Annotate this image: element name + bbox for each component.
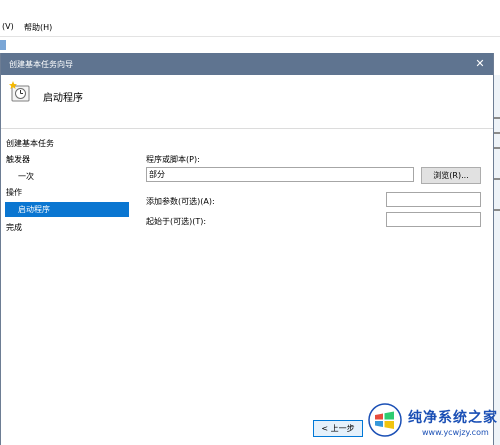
background-mark (494, 178, 500, 180)
menu-help[interactable]: 帮助(H) (24, 22, 52, 33)
background-toolbar (0, 36, 500, 54)
create-basic-task-wizard: 创建基本任务向导 ✕ 启动程序 创建基本任务 触发器 一次 操作 启动程序 完成… (0, 53, 494, 445)
start-in-label: 起始于(可选)(T): (146, 217, 207, 226)
wizard-steps-nav: 创建基本任务 触发器 一次 操作 启动程序 完成 (1, 129, 136, 445)
step-once[interactable]: 一次 (18, 171, 34, 182)
background-tree-icon (0, 40, 6, 50)
wizard-body: 创建基本任务 触发器 一次 操作 启动程序 完成 程序或脚本(P): 浏览(R)… (1, 129, 493, 445)
dialog-title: 创建基本任务向导 (9, 60, 73, 69)
program-label: 程序或脚本(P): (146, 155, 200, 164)
windows-logo-icon (368, 403, 402, 437)
background-mark (494, 132, 500, 134)
start-in-input[interactable] (386, 212, 481, 227)
background-mark (494, 209, 500, 211)
back-button[interactable]: < 上一步 (313, 420, 363, 437)
wizard-page-title: 启动程序 (43, 93, 83, 104)
browse-button[interactable]: 浏览(R)... (421, 167, 481, 184)
watermark: 纯净系统之家 www.ycwjzy.com (364, 400, 500, 445)
step-finish[interactable]: 完成 (6, 222, 22, 233)
program-input[interactable] (146, 167, 414, 182)
background-menubar: (V) 帮助(H) (0, 0, 500, 36)
step-create-basic-task[interactable]: 创建基本任务 (6, 138, 54, 149)
background-mark (494, 117, 500, 119)
watermark-name: 纯净系统之家 (408, 410, 498, 426)
args-label: 添加参数(可选)(A): (146, 197, 215, 206)
step-start-program-label: 启动程序 (18, 205, 50, 214)
dialog-titlebar[interactable]: 创建基本任务向导 ✕ (1, 53, 493, 75)
args-input[interactable] (386, 192, 481, 207)
watermark-url: www.ycwjzy.com (422, 428, 489, 437)
step-action[interactable]: 操作 (6, 187, 22, 198)
step-trigger[interactable]: 触发器 (6, 154, 30, 165)
wizard-header: 启动程序 (1, 75, 493, 129)
menu-view[interactable]: (V) (2, 22, 14, 31)
background-right-panel (494, 75, 500, 445)
clock-program-icon (9, 81, 30, 102)
close-icon[interactable]: ✕ (473, 56, 487, 72)
background-mark (494, 147, 500, 149)
step-start-program[interactable]: 启动程序 (5, 202, 129, 217)
